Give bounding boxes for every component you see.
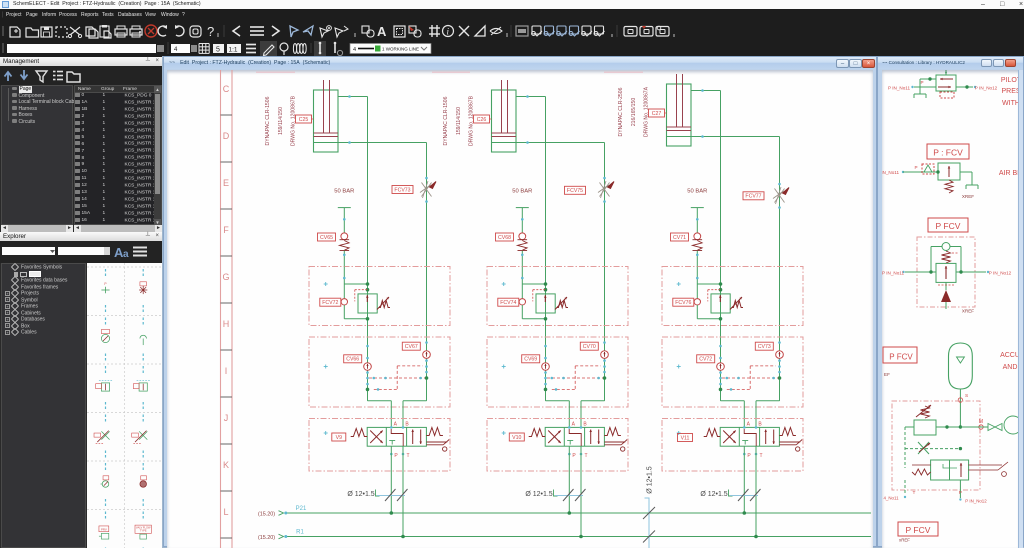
svg-text:Ø 12•1.5: Ø 12•1.5	[700, 491, 727, 498]
svg-text:T: T	[759, 453, 762, 459]
svg-text:DYNAPAC CLR-1506: DYNAPAC CLR-1506	[443, 96, 449, 145]
svg-text:P: P	[572, 453, 576, 459]
svg-text:159/114/150: 159/114/150	[278, 107, 284, 135]
svg-text:?: ?	[207, 24, 214, 39]
svg-text:FCV77: FCV77	[745, 194, 761, 200]
svg-text:XREF: XREF	[962, 194, 974, 199]
svg-text:CV68: CV68	[498, 235, 511, 241]
svg-text:T: T	[584, 453, 587, 459]
svg-text:P: P	[747, 453, 751, 459]
svg-text:1 WORKING LINE: 1 WORKING LINE	[382, 47, 419, 52]
svg-text:TYPE: TYPE	[140, 528, 147, 532]
svg-text:EF: EF	[884, 372, 890, 377]
svg-text:V10: V10	[512, 435, 521, 441]
svg-text:J: J	[224, 413, 229, 423]
svg-text:P IN_No12: P IN_No12	[975, 86, 998, 91]
svg-text:DRWG No. 1200867B: DRWG No. 1200867B	[469, 95, 475, 146]
svg-text:CV70: CV70	[583, 344, 596, 350]
svg-text:CV71: CV71	[673, 235, 686, 241]
svg-text:P : FCV: P : FCV	[933, 148, 963, 158]
svg-text:CV65: CV65	[320, 235, 333, 241]
svg-text:P FCV: P FCV	[936, 221, 961, 231]
svg-text:H: H	[223, 319, 230, 329]
svg-text:FCV72: FCV72	[322, 300, 338, 306]
svg-text:DYNAPAC CLR-2506: DYNAPAC CLR-2506	[618, 87, 624, 136]
svg-text:(15.20): (15.20)	[258, 535, 275, 541]
svg-text:4: 4	[353, 47, 356, 53]
svg-text:C25: C25	[299, 117, 309, 123]
svg-text:4_No11: 4_No11	[883, 496, 899, 501]
svg-text:1:1: 1:1	[229, 47, 238, 54]
svg-text:I: I	[225, 366, 228, 376]
svg-text:DRWG No. 1200867A: DRWG No. 1200867A	[644, 86, 650, 137]
svg-text:DRWG No. 1200867B: DRWG No. 1200867B	[291, 95, 297, 146]
svg-text:A: A	[747, 422, 751, 428]
svg-text:V9: V9	[336, 435, 342, 441]
svg-text:5: 5	[216, 47, 220, 54]
svg-text:B: B	[405, 422, 409, 428]
svg-text:D: D	[223, 131, 230, 141]
svg-text:(15.20): (15.20)	[258, 511, 275, 517]
svg-text:A: A	[572, 422, 576, 428]
svg-text:CV73: CV73	[758, 344, 771, 350]
svg-text:DYNAPAC CLR-1506: DYNAPAC CLR-1506	[265, 96, 271, 145]
svg-text:FCV73: FCV73	[394, 187, 410, 193]
svg-text:XREF: XREF	[962, 309, 974, 314]
svg-text:P FCV: P FCV	[906, 525, 931, 535]
svg-text:E: E	[223, 178, 229, 188]
svg-text:CV69: CV69	[524, 357, 537, 363]
svg-text:CV66: CV66	[346, 357, 359, 363]
svg-text:M: M	[979, 419, 983, 425]
svg-text:Ø 12•1.5: Ø 12•1.5	[647, 466, 654, 493]
svg-text:P: P	[914, 165, 917, 170]
svg-text:P IN_No12: P IN_No12	[965, 499, 987, 504]
svg-text:P: P	[920, 80, 923, 85]
svg-text:P IN_No12: P IN_No12	[989, 271, 1012, 276]
svg-text:C27: C27	[652, 111, 662, 117]
svg-text:a: a	[123, 249, 129, 260]
svg-text:F: F	[223, 225, 229, 235]
svg-text:CV72: CV72	[699, 357, 712, 363]
svg-text:A: A	[377, 24, 387, 39]
svg-text:C26: C26	[477, 117, 487, 123]
svg-text:159/114/150: 159/114/150	[456, 107, 462, 135]
svg-text:P IN_No11: P IN_No11	[882, 170, 899, 175]
svg-text:216/165/150: 216/165/150	[631, 98, 637, 126]
svg-text:P21: P21	[296, 506, 307, 512]
svg-text:AIR BL: AIR BL	[999, 170, 1020, 177]
svg-text:P IN_No11: P IN_No11	[882, 271, 904, 276]
svg-text:50 BAR: 50 BAR	[687, 189, 707, 195]
svg-text:S: S	[965, 393, 968, 399]
svg-text:xREF: xREF	[899, 538, 910, 543]
svg-text:AND: AND	[1003, 364, 1018, 371]
svg-text:R1: R1	[296, 530, 304, 536]
svg-text:L: L	[223, 507, 228, 517]
svg-text:P: P	[959, 490, 962, 496]
svg-text:B: B	[758, 422, 762, 428]
svg-text:P: P	[104, 282, 106, 286]
svg-text:FCV76: FCV76	[675, 300, 691, 306]
svg-text:P IN_No11: P IN_No11	[888, 86, 910, 91]
svg-text:T: T	[913, 490, 916, 496]
svg-text:B: B	[583, 422, 587, 428]
svg-text:PRV: PRV	[101, 527, 107, 531]
svg-text:C: C	[223, 84, 230, 94]
svg-text:ACCU: ACCU	[1000, 352, 1020, 359]
svg-text:P FCV: P FCV	[889, 353, 913, 362]
svg-text:P: P	[394, 453, 398, 459]
svg-text:CV67: CV67	[405, 344, 418, 350]
svg-text:FCV74: FCV74	[500, 300, 516, 306]
svg-text:V11: V11	[681, 435, 690, 441]
svg-text:K: K	[223, 460, 229, 470]
svg-text:FCV75: FCV75	[567, 188, 583, 194]
svg-text:A: A	[394, 422, 398, 428]
svg-text:Ø 12•1.5: Ø 12•1.5	[525, 491, 552, 498]
svg-text:G: G	[222, 272, 229, 282]
svg-text:50 BAR: 50 BAR	[334, 189, 354, 195]
svg-text:Ø 12•1.5: Ø 12•1.5	[347, 491, 374, 498]
svg-text:50 BAR: 50 BAR	[512, 189, 532, 195]
svg-text:T: T	[406, 453, 409, 459]
